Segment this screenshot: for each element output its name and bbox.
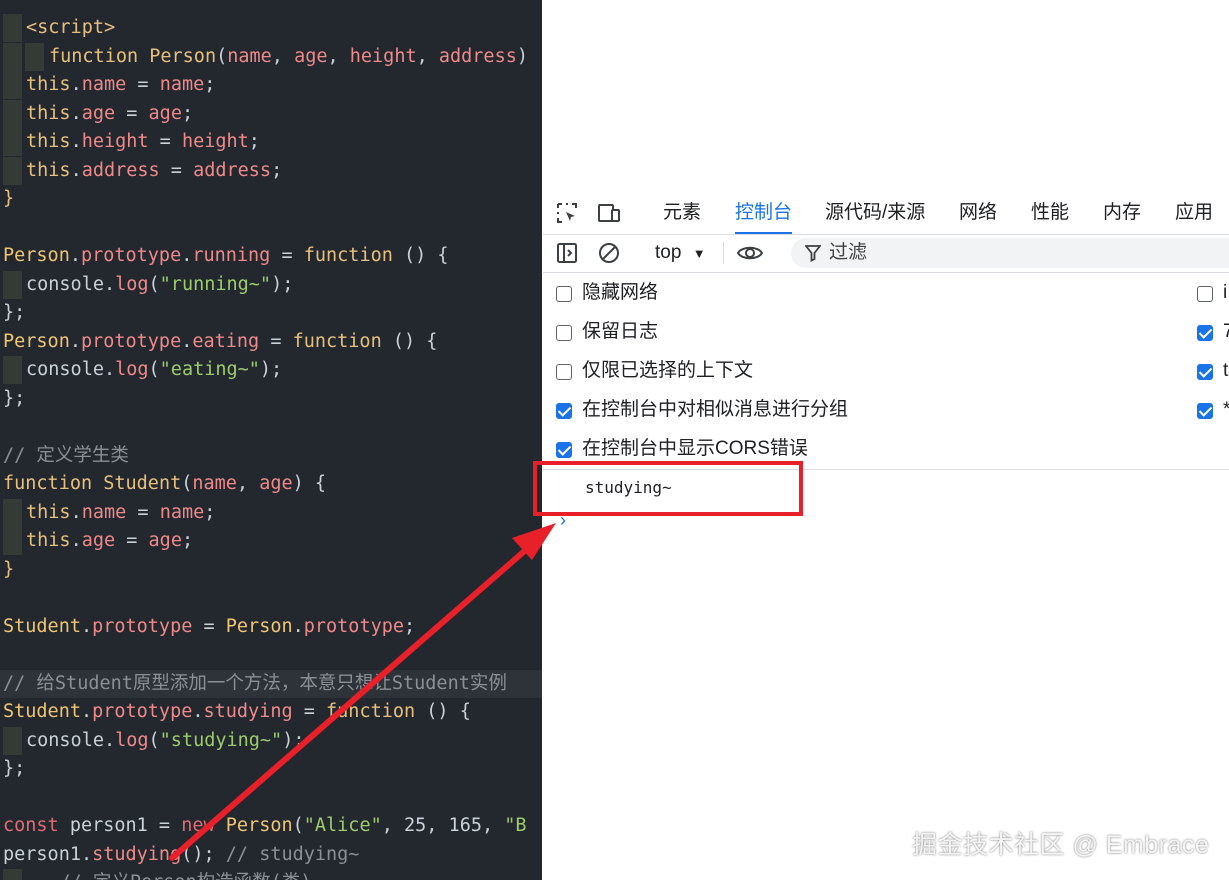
- watermark: 掘金技术社区 @ Embrace: [912, 831, 1210, 859]
- annotation-arrow: [169, 523, 556, 861]
